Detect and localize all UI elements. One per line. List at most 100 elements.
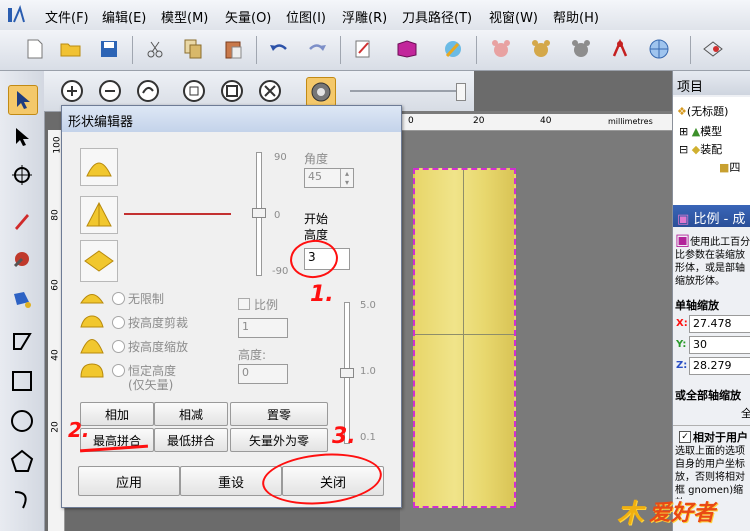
scale-description: ▣使用此工百分比参数在装缩放形体，或是部轴缩放形体。	[675, 233, 750, 295]
zoom-previous-icon[interactable]	[134, 77, 162, 105]
scale-title-label: 比例 - 成	[693, 212, 746, 227]
tree-untitled[interactable]: ❖(无标题)	[677, 103, 728, 119]
redo-icon[interactable]	[304, 36, 330, 62]
cut-icon[interactable]	[142, 36, 168, 62]
pyramid-profile-button[interactable]	[80, 196, 118, 234]
project-tree[interactable]: ❖(无标题) ⊞ ▲模型 ⊟ ◆装配 ■四	[673, 97, 750, 205]
node-edit-icon[interactable]	[8, 123, 36, 151]
transform-icon[interactable]	[8, 161, 36, 189]
toolbar-separator	[476, 36, 477, 64]
menu-model[interactable]: 模型(M)	[161, 7, 208, 26]
book-icon[interactable]	[394, 36, 420, 62]
rectangle-icon[interactable]	[8, 367, 36, 395]
add-button[interactable]: 相加	[80, 402, 154, 426]
ruler-tick: 40	[50, 349, 61, 361]
clip-radio[interactable]	[112, 316, 125, 329]
start-height-label-1: 开始	[304, 212, 329, 226]
wizard-icon[interactable]	[440, 36, 466, 62]
menu-help[interactable]: 帮助(H)	[553, 7, 599, 26]
ratio-input: 1	[238, 318, 288, 338]
scale-title: ▣ 比例 - 成	[677, 208, 745, 227]
project-header: 项目	[673, 71, 750, 95]
menu-relief[interactable]: 浮雕(R)	[342, 7, 387, 26]
toolbar-separator	[256, 36, 257, 64]
unlimited-radio[interactable]	[112, 292, 125, 305]
menu-bitmap[interactable]: 位图(I)	[286, 7, 326, 26]
project-title: 项目	[677, 80, 704, 95]
tree-model[interactable]: ⊞ ▲模型	[679, 123, 722, 139]
open-folder-icon[interactable]	[58, 36, 84, 62]
angle-tick-bottom: -90	[272, 266, 289, 277]
relative-label: 相对于用户	[693, 431, 748, 444]
relief-shape[interactable]	[413, 168, 516, 508]
shape-editor-icon[interactable]	[306, 77, 336, 107]
relative-checkbox[interactable]: ✓	[679, 431, 691, 443]
angle-tick-top: 90	[274, 152, 287, 163]
scale-tick-bottom: 0.1	[360, 432, 376, 443]
zoom-in-icon[interactable]	[58, 77, 86, 105]
merge-low-button[interactable]: 最低拼合	[154, 428, 228, 452]
relief-bear-gold-icon[interactable]	[528, 36, 554, 62]
view-slider-thumb[interactable]	[456, 83, 466, 101]
menu-vector[interactable]: 矢量(O)	[225, 7, 271, 26]
vector-zero-button[interactable]: 矢量外为零	[230, 428, 328, 452]
ratio-checkbox[interactable]	[238, 298, 250, 310]
z-input[interactable]: 28.279	[689, 357, 750, 375]
paste-icon[interactable]	[220, 36, 246, 62]
round-profile-button[interactable]	[80, 148, 118, 186]
new-file-icon[interactable]	[22, 36, 48, 62]
relief-bear-gray-icon[interactable]	[568, 36, 594, 62]
center-guide-horizontal	[415, 334, 514, 335]
paint-icon[interactable]	[8, 245, 36, 273]
globe-icon[interactable]	[646, 36, 672, 62]
subtract-button[interactable]: 相减	[154, 402, 228, 426]
menu-toolpath[interactable]: 刀具路径(T)	[402, 7, 472, 26]
circle-icon[interactable]	[8, 407, 36, 435]
scale-book-icon: ▣	[677, 212, 690, 227]
menu-window[interactable]: 视窗(W)	[489, 7, 538, 26]
plane-profile-button[interactable]	[80, 240, 118, 282]
y-input[interactable]: 30	[689, 336, 750, 354]
tree-sub[interactable]: ■四	[719, 159, 740, 175]
const-dome-icon	[80, 360, 104, 378]
arc-icon[interactable]	[8, 485, 36, 513]
y-label: Y:	[676, 339, 687, 350]
zoom-fit-icon[interactable]	[218, 77, 246, 105]
toolbar-separator	[340, 36, 341, 64]
pencil-icon[interactable]	[8, 207, 36, 235]
dialog-titlebar[interactable]: 形状编辑器	[62, 106, 401, 132]
ruler-tick: 20	[50, 421, 61, 433]
shape-editor-dialog: 形状编辑器 90 0 -90 角度 45 ▴ ▾ 开始 高度 3 无限制 按高度剪…	[61, 105, 402, 510]
apply-button[interactable]: 应用	[78, 466, 180, 496]
save-icon[interactable]	[96, 36, 122, 62]
fill-icon[interactable]	[8, 285, 36, 313]
x-input[interactable]: 27.478	[689, 315, 750, 333]
zero-button[interactable]: 置零	[230, 402, 328, 426]
menu-edit[interactable]: 编辑(E)	[102, 7, 146, 26]
zoom-out-icon[interactable]	[96, 77, 124, 105]
ruler-tick: 60	[50, 279, 61, 291]
menu-file[interactable]: 文件(F)	[45, 7, 89, 26]
unlimited-dome-icon	[80, 290, 104, 304]
zoom-all-icon[interactable]	[256, 77, 284, 105]
copy-icon[interactable]	[180, 36, 206, 62]
scale-radio[interactable]	[112, 340, 125, 353]
const-label-2: (仅矢量)	[128, 378, 174, 392]
const-radio[interactable]	[112, 364, 125, 377]
polygon-icon[interactable]	[8, 447, 36, 475]
select-arrow-icon[interactable]	[8, 85, 38, 115]
tree-assembly[interactable]: ⊟ ◆装配	[679, 141, 722, 157]
vector-shape-icon[interactable]	[8, 327, 36, 355]
relief-bear-icon[interactable]	[488, 36, 514, 62]
view-slider-track[interactable]	[350, 90, 466, 92]
undo-icon[interactable]	[266, 36, 292, 62]
all-axis-label: 或全部轴缩放	[675, 389, 741, 402]
scale-slider-thumb[interactable]	[340, 368, 354, 378]
notes-icon[interactable]	[350, 36, 376, 62]
machine-icon[interactable]	[608, 36, 634, 62]
toolbar-separator	[132, 36, 133, 64]
zoom-1to1-icon[interactable]	[180, 77, 208, 105]
watermark-mark-icon: 木	[617, 499, 644, 529]
vector-tool-icon[interactable]	[700, 36, 726, 62]
angle-slider-thumb[interactable]	[252, 208, 266, 218]
